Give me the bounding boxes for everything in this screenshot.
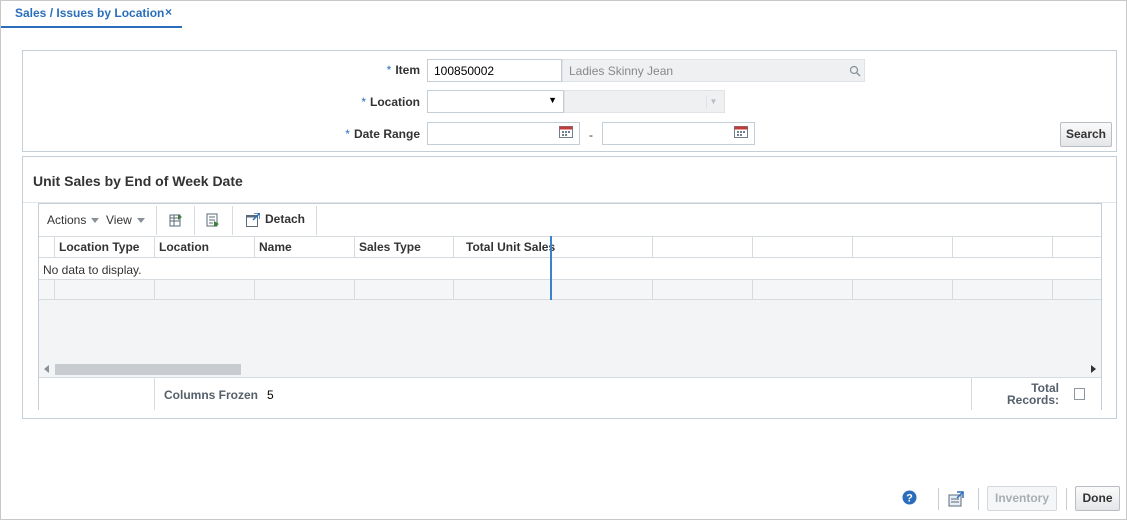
help-icon[interactable]: ? (902, 490, 917, 505)
caret-down-icon (91, 218, 100, 224)
required-marker: * (361, 95, 366, 109)
dropdown-arrow-icon: ▼ (548, 95, 557, 105)
svg-text:?: ? (906, 493, 913, 505)
action-separator (938, 488, 939, 510)
item-input[interactable]: 100850002 (427, 59, 562, 82)
column-header-location-type[interactable]: Location Type (54, 237, 154, 258)
empty-column-header (952, 237, 1052, 258)
column-divider (453, 280, 454, 299)
freeze-columns-icon[interactable] (169, 213, 183, 227)
column-divider (852, 280, 853, 299)
export-icon[interactable] (948, 491, 964, 507)
inventory-button[interactable]: Inventory (987, 486, 1057, 511)
table-header: Location Type Location Name Sales Type T… (39, 236, 1101, 258)
no-data-message: No data to display. (43, 263, 142, 277)
column-divider (752, 280, 753, 299)
location-label: * Location (323, 95, 420, 109)
date-range-separator: - (589, 128, 593, 142)
total-records-label: Total Records: (999, 382, 1059, 406)
date-range-label-text: Date Range (353, 127, 420, 141)
toolbar-separator (316, 206, 317, 235)
table-footer: Columns Frozen 5 Total Records: (39, 377, 1101, 410)
scrollbar-thumb[interactable] (55, 364, 241, 375)
column-divider (652, 280, 653, 299)
action-separator (978, 488, 979, 510)
item-label: * Item (323, 63, 420, 77)
empty-column-header (652, 237, 752, 258)
column-divider (154, 280, 155, 299)
horizontal-scrollbar[interactable] (39, 362, 1101, 377)
total-records-label-line2: Records: (1006, 393, 1059, 407)
empty-column-header (852, 237, 952, 258)
scroll-right-icon[interactable] (1091, 365, 1096, 373)
toolbar-separator (194, 206, 195, 235)
date-to-input[interactable] (602, 122, 755, 145)
action-separator (1066, 488, 1067, 510)
required-marker: * (386, 63, 392, 77)
table-toolbar: Actions View Detach (39, 204, 1101, 236)
footer-divider (154, 378, 155, 410)
calendar-icon[interactable] (559, 126, 573, 138)
results-section: Unit Sales by End of Week Date Actions V… (22, 156, 1117, 419)
actions-menu-label: Actions (47, 213, 87, 227)
item-label-text: Item (395, 63, 420, 77)
search-button[interactable]: Search (1060, 122, 1112, 147)
detach-button[interactable]: Detach (265, 212, 305, 226)
view-menu-label: View (106, 213, 132, 227)
column-header-sales-type[interactable]: Sales Type (354, 237, 453, 258)
toolbar-separator (232, 206, 233, 235)
caret-down-icon (136, 218, 145, 224)
column-header-total-unit-sales[interactable]: Total Unit Sales (453, 237, 555, 258)
column-header-name[interactable]: Name (254, 237, 354, 258)
actions-menu[interactable]: Actions (47, 213, 100, 227)
table-row (39, 279, 1101, 300)
calendar-icon[interactable] (734, 126, 748, 138)
scroll-left-icon[interactable] (44, 365, 49, 373)
column-divider (952, 280, 953, 299)
total-records-checkbox[interactable] (1074, 388, 1085, 400)
chevron-down-icon: ▼ (706, 95, 720, 109)
toolbar-separator (156, 206, 157, 235)
tab-close-icon[interactable]: × (165, 5, 172, 19)
required-marker: * (345, 127, 350, 141)
column-divider (54, 280, 55, 299)
wrap-icon[interactable] (206, 213, 220, 227)
search-icon[interactable] (849, 65, 861, 77)
item-description-field: Ladies Skinny Jean (562, 59, 865, 82)
done-button[interactable]: Done (1075, 486, 1120, 511)
results-title: Unit Sales by End of Week Date (33, 173, 243, 189)
location-label-text: Location (370, 95, 420, 109)
frozen-columns-divider[interactable] (550, 236, 552, 301)
column-header-location[interactable]: Location (154, 237, 254, 258)
search-panel: * Item 100850002 Ladies Skinny Jean * Loca… (22, 50, 1117, 152)
footer-divider (971, 378, 972, 410)
empty-column-header (752, 237, 852, 258)
empty-column-header (1052, 237, 1101, 258)
tab-sales-issues-by-location[interactable]: Sales / Issues by Location × (1, 1, 182, 28)
tab-label[interactable]: Sales / Issues by Location (15, 6, 164, 20)
detach-icon[interactable] (246, 213, 260, 227)
table-empty-area (39, 300, 1101, 362)
location-type-select[interactable]: ▼ (427, 90, 564, 113)
column-divider (254, 280, 255, 299)
columns-frozen-value: 5 (267, 388, 274, 402)
view-menu[interactable]: View (106, 213, 145, 227)
column-divider (354, 280, 355, 299)
date-range-label: * Date Range (323, 127, 420, 141)
date-from-input[interactable] (427, 122, 580, 145)
results-table: Actions View Detach Location Type Locati… (38, 203, 1102, 410)
columns-frozen-label: Columns Frozen (164, 388, 259, 402)
column-divider (1052, 280, 1053, 299)
location-select: ▼ (564, 90, 725, 113)
